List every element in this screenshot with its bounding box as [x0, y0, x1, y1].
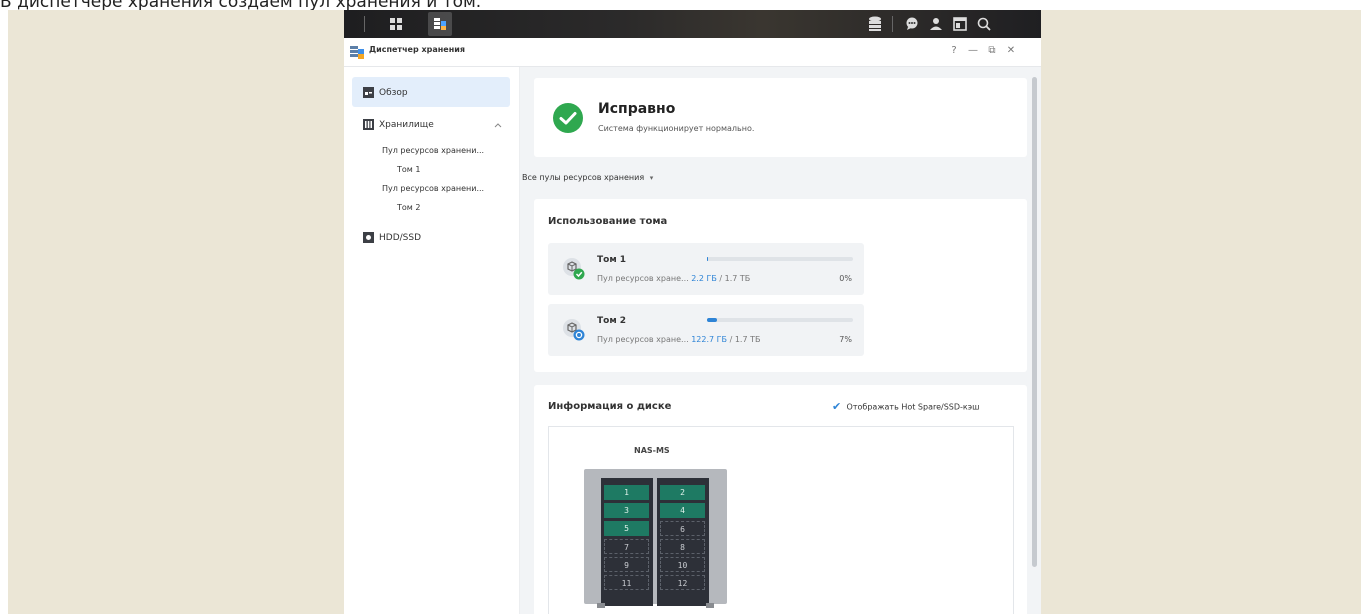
caret-down-icon: ▾	[649, 174, 654, 182]
sidebar-item-volume-2[interactable]: Том 2	[397, 203, 420, 212]
page-background-right	[1041, 10, 1361, 614]
volume-usage-bar-fill	[707, 257, 709, 261]
sidebar: Обзор Хранилище Пул ресурсов хранени... …	[344, 67, 520, 614]
nas-foot	[706, 603, 714, 608]
volume-syncing-icon	[563, 319, 585, 341]
drive-slot[interactable]: 2	[660, 485, 705, 500]
drive-slot[interactable]: 9	[604, 557, 649, 572]
volume-row[interactable]: Том 1 Пул ресурсов хране... 2.2 ГБ / 1.7…	[548, 243, 864, 295]
volume-usage-bar	[707, 257, 853, 261]
storage-manager-window: Диспетчер хранения ? — ⧉ ✕ Обзор Хранили…	[344, 38, 1041, 614]
drive-slot[interactable]: 4	[660, 503, 705, 518]
drive-slot[interactable]: 3	[604, 503, 649, 518]
maximize-button[interactable]: ⧉	[985, 44, 999, 58]
drive-slot[interactable]: 1	[604, 485, 649, 500]
drive-slot[interactable]: 11	[604, 575, 649, 590]
database-icon[interactable]	[863, 12, 887, 36]
main-menu-icon[interactable]	[384, 12, 408, 36]
widgets-icon[interactable]	[948, 12, 972, 36]
storage-manager-app-icon	[350, 46, 364, 59]
volume-used: 2.2 ГБ	[691, 274, 717, 283]
volume-usage-bar-fill	[707, 318, 718, 322]
sidebar-item-hdd-ssd[interactable]: HDD/SSD	[379, 233, 421, 243]
user-icon[interactable]	[924, 12, 948, 36]
pools-filter-dropdown[interactable]: Все пулы ресурсов хранения ▾	[522, 173, 653, 182]
taskbar-separator	[892, 16, 893, 32]
storage-icon	[363, 119, 374, 130]
volume-name: Том 1	[597, 255, 627, 265]
volume-row[interactable]: Том 2 Пул ресурсов хране... 122.7 ГБ / 1…	[548, 304, 864, 356]
volume-usage-card: Использование тома Том 1 Пул ресурсов хр…	[534, 199, 1027, 372]
sidebar-item-storage[interactable]: Хранилище	[379, 120, 434, 130]
volume-pool-name: Пул ресурсов хране...	[597, 274, 689, 283]
pools-filter-label: Все пулы ресурсов хранения	[522, 173, 645, 182]
nas-name: NAS-MS	[634, 446, 670, 455]
check-circle-icon	[553, 103, 583, 133]
disk-info-title: Информация о диске	[548, 401, 672, 412]
status-subtitle: Система функционирует нормально.	[598, 124, 755, 133]
minimize-button[interactable]: —	[966, 44, 980, 58]
nas-chassis: 1 3 5 7 9 11 2 4 6 8 10 12	[584, 469, 727, 608]
sidebar-item-label: Обзор	[379, 88, 408, 98]
volume-pool-name: Пул ресурсов хране...	[597, 335, 689, 344]
window-titlebar: Диспетчер хранения ? — ⧉ ✕	[344, 38, 1041, 67]
disk-info-card: Информация о диске ✔ Отображать Hot Spar…	[534, 385, 1027, 614]
sidebar-item-pool-1[interactable]: Пул ресурсов хранени...	[382, 146, 484, 155]
volume-total: 1.7 ТБ	[734, 335, 761, 344]
taskbar	[344, 10, 1041, 38]
chevron-up-icon[interactable]	[494, 122, 502, 128]
close-button[interactable]: ✕	[1004, 44, 1018, 58]
sidebar-item-volume-1[interactable]: Том 1	[397, 165, 420, 174]
show-hot-spare-label: Отображать Hot Spare/SSD-кэш	[846, 402, 980, 412]
volume-used: 122.7 ГБ	[691, 335, 728, 344]
nas-foot	[597, 603, 605, 608]
drive-slot[interactable]: 6	[660, 521, 705, 536]
scrollbar[interactable]	[1030, 67, 1041, 614]
search-icon[interactable]	[972, 12, 996, 36]
drive-bay-column: 2 4 6 8 10 12	[657, 478, 709, 606]
disk-overview-panel: NAS-MS 1 3 5 7 9 11 2 4 6 8 10 12	[548, 426, 1014, 614]
status-title: Исправно	[598, 101, 676, 117]
chat-icon[interactable]	[900, 12, 924, 36]
drive-slot[interactable]: 8	[660, 539, 705, 554]
help-button[interactable]: ?	[947, 44, 961, 58]
sidebar-item-pool-2[interactable]: Пул ресурсов хранени...	[382, 184, 484, 193]
volume-usage-bar	[707, 318, 853, 322]
sidebar-item-overview[interactable]	[352, 77, 510, 107]
scrollbar-thumb[interactable]	[1032, 77, 1037, 567]
checkmark-icon: ✔	[832, 400, 842, 413]
volume-name: Том 2	[597, 316, 627, 326]
overview-icon	[363, 87, 374, 98]
drive-slot[interactable]: 12	[660, 575, 705, 590]
volume-pool: Пул ресурсов хране... 122.7 ГБ / 1.7 ТБ	[597, 335, 761, 344]
volume-usage-title: Использование тома	[548, 216, 668, 227]
volume-pool: Пул ресурсов хране... 2.2 ГБ / 1.7 ТБ	[597, 274, 751, 283]
drive-slot[interactable]: 5	[604, 521, 649, 536]
hdd-icon	[363, 232, 374, 243]
window-title: Диспетчер хранения	[369, 45, 465, 54]
status-card: Исправно Система функционирует нормально…	[534, 78, 1027, 157]
page-background-left	[8, 10, 344, 614]
main-content: Исправно Система функционирует нормально…	[520, 67, 1030, 614]
storage-manager-taskbar-icon[interactable]	[428, 12, 452, 36]
drive-bay-column: 1 3 5 7 9 11	[601, 478, 653, 606]
volume-percent: 7%	[839, 335, 852, 344]
show-hot-spare-checkbox[interactable]: ✔ Отображать Hot Spare/SSD-кэш	[832, 401, 979, 413]
volume-percent: 0%	[839, 274, 852, 283]
volume-ok-icon	[563, 258, 585, 280]
drive-slot[interactable]: 10	[660, 557, 705, 572]
volume-total: 1.7 ТБ	[724, 274, 751, 283]
drive-slot[interactable]: 7	[604, 539, 649, 554]
taskbar-separator	[364, 16, 365, 32]
